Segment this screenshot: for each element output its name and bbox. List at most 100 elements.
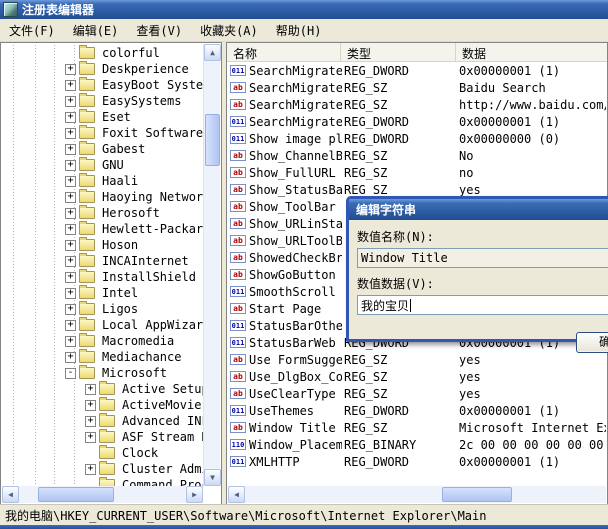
scroll-up-icon[interactable]: ▲: [204, 44, 221, 61]
value-name-cell[interactable]: Start Page: [228, 302, 342, 316]
value-name-cell[interactable]: ShowGoButton: [228, 268, 342, 282]
tree-node[interactable]: + InstallShield: [2, 269, 203, 285]
tree-horizontal-scrollbar[interactable]: ◀ ▶: [2, 486, 203, 503]
value-name-cell[interactable]: Window_Placement: [228, 438, 342, 452]
tree-expander-icon[interactable]: +: [65, 272, 76, 283]
value-name-cell[interactable]: Use_DlgBox_Co...: [228, 370, 342, 384]
tree-node[interactable]: + Local AppWizard-: [2, 317, 203, 333]
tree-node-label[interactable]: ASF Stream De: [120, 430, 203, 444]
tree-expander-icon[interactable]: +: [85, 400, 96, 411]
tree-expander-icon[interactable]: +: [65, 288, 76, 299]
tree-node-label[interactable]: EasyBoot Systems: [100, 78, 203, 92]
tree-node[interactable]: + Haali: [2, 173, 203, 189]
tree-expander-icon[interactable]: +: [65, 208, 76, 219]
tree-node[interactable]: + Deskperience: [2, 61, 203, 77]
tree-expander-icon[interactable]: +: [65, 240, 76, 251]
tree-node-label[interactable]: colorful: [100, 46, 162, 60]
value-name-cell[interactable]: XMLHTTP: [228, 455, 342, 469]
tree-node[interactable]: + INCAInternet: [2, 253, 203, 269]
tree-expander-icon[interactable]: +: [65, 336, 76, 347]
column-header-type[interactable]: 类型: [341, 43, 456, 61]
tree-expander-icon[interactable]: +: [65, 256, 76, 267]
menu-file[interactable]: 文件(F): [0, 20, 64, 41]
value-name-cell[interactable]: StatusBarOther: [228, 319, 342, 333]
value-row[interactable]: Window_Placement REG_BINARY 2c 00 00 00 …: [228, 436, 606, 453]
value-row[interactable]: Use_DlgBox_Co... REG_SZ yes: [228, 368, 606, 385]
value-row[interactable]: SearchMigrate... REG_SZ http://www.baidu…: [228, 96, 606, 113]
tree-node[interactable]: + Active Setup: [2, 381, 203, 397]
value-name-cell[interactable]: Show_ChannelBand: [228, 149, 342, 163]
value-name-cell[interactable]: Show_URLinSta...: [228, 217, 342, 231]
tree-node[interactable]: colorful: [2, 45, 203, 61]
value-row[interactable]: SearchMigrate... REG_DWORD 0x00000001 (1…: [228, 113, 606, 130]
tree-node-label[interactable]: Macromedia: [100, 334, 176, 348]
tree-expander-icon[interactable]: -: [65, 368, 76, 379]
value-row[interactable]: XMLHTTP REG_DWORD 0x00000001 (1): [228, 453, 606, 470]
tree-expander-icon[interactable]: +: [65, 80, 76, 91]
tree-node[interactable]: + Advanced INF: [2, 413, 203, 429]
tree-node-label[interactable]: Microsoft: [100, 366, 169, 380]
menu-help[interactable]: 帮助(H): [267, 20, 331, 41]
tree-node-label[interactable]: Intel: [100, 286, 140, 300]
tree-node-label[interactable]: InstallShield: [100, 270, 198, 284]
value-name-cell[interactable]: SearchMigrate...: [228, 115, 342, 129]
tree-node[interactable]: + Intel: [2, 285, 203, 301]
tree-expander-icon[interactable]: +: [65, 224, 76, 235]
tree-node-label[interactable]: GNU: [100, 158, 126, 172]
list-hscroll-thumb[interactable]: [442, 487, 512, 502]
tree-node-label[interactable]: Advanced INF: [120, 414, 203, 428]
tree-node[interactable]: + Gabest: [2, 141, 203, 157]
tree-expander-icon[interactable]: +: [65, 160, 76, 171]
tree-node-label[interactable]: Herosoft: [100, 206, 162, 220]
tree-expander-icon[interactable]: +: [65, 304, 76, 315]
tree-node[interactable]: + Eset: [2, 109, 203, 125]
tree-node-label[interactable]: Eset: [100, 110, 133, 124]
tree-node-label[interactable]: INCAInternet: [100, 254, 191, 268]
value-name-cell[interactable]: Window Title: [228, 421, 342, 435]
tree-node-label[interactable]: Command Proce: [120, 478, 203, 486]
tree-node[interactable]: Command Proce: [2, 477, 203, 486]
tree-node-label[interactable]: Gabest: [100, 142, 147, 156]
value-name-cell[interactable]: UseThemes: [228, 404, 342, 418]
tree-node-label[interactable]: Haali: [100, 174, 140, 188]
tree-vscroll-thumb[interactable]: [205, 114, 220, 166]
value-row[interactable]: Window Title REG_SZ Microsoft Internet E…: [228, 419, 606, 436]
value-name-cell[interactable]: Show_FullURL: [228, 166, 342, 180]
tree-node[interactable]: + GNU: [2, 157, 203, 173]
tree-node[interactable]: - Microsoft: [2, 365, 203, 381]
value-name-cell[interactable]: SearchMigrated: [228, 64, 342, 78]
scroll-left-icon[interactable]: ◀: [228, 486, 245, 503]
tree-expander-icon[interactable]: +: [65, 176, 76, 187]
tree-node[interactable]: Clock: [2, 445, 203, 461]
tree-node-label[interactable]: Cluster Admin: [120, 462, 203, 476]
ok-button[interactable]: 确定: [576, 332, 608, 353]
value-name-cell[interactable]: ShowedCheckBr...: [228, 251, 342, 265]
list-horizontal-scrollbar[interactable]: ◀: [228, 486, 606, 503]
value-row[interactable]: UseClearType REG_SZ yes: [228, 385, 606, 402]
tree-expander-icon[interactable]: +: [65, 112, 76, 123]
tree-expander-icon[interactable]: +: [65, 64, 76, 75]
tree-node-label[interactable]: Foxit Software 2: [100, 126, 203, 140]
column-header-name[interactable]: 名称: [227, 43, 341, 61]
value-row[interactable]: UseThemes REG_DWORD 0x00000001 (1): [228, 402, 606, 419]
tree-vertical-scrollbar[interactable]: ▲ ▼: [203, 44, 220, 486]
tree-expander-icon[interactable]: +: [65, 352, 76, 363]
value-row[interactable]: Show image pl... REG_DWORD 0x00000000 (0…: [228, 130, 606, 147]
value-row[interactable]: Show_FullURL REG_SZ no: [228, 164, 606, 181]
tree-node[interactable]: + EasySystems: [2, 93, 203, 109]
tree-node-label[interactable]: Clock: [120, 446, 160, 460]
value-name-cell[interactable]: SearchMigrate...: [228, 98, 342, 112]
value-name-cell[interactable]: Show_URLToolBar: [228, 234, 342, 248]
tree-node-label[interactable]: Ligos: [100, 302, 140, 316]
value-name-cell[interactable]: SearchMigrate...: [228, 81, 342, 95]
tree-node[interactable]: + Herosoft: [2, 205, 203, 221]
scroll-left-icon[interactable]: ◀: [2, 486, 19, 503]
tree-node[interactable]: + Haoying Network: [2, 189, 203, 205]
tree-expander-icon[interactable]: +: [85, 384, 96, 395]
tree-node[interactable]: + Hewlett-Packard: [2, 221, 203, 237]
tree-node[interactable]: + ASF Stream De: [2, 429, 203, 445]
tree-node[interactable]: + Hoson: [2, 237, 203, 253]
tree-node-label[interactable]: EasySystems: [100, 94, 183, 108]
tree-node[interactable]: + Cluster Admin: [2, 461, 203, 477]
menu-view[interactable]: 查看(V): [127, 20, 191, 41]
